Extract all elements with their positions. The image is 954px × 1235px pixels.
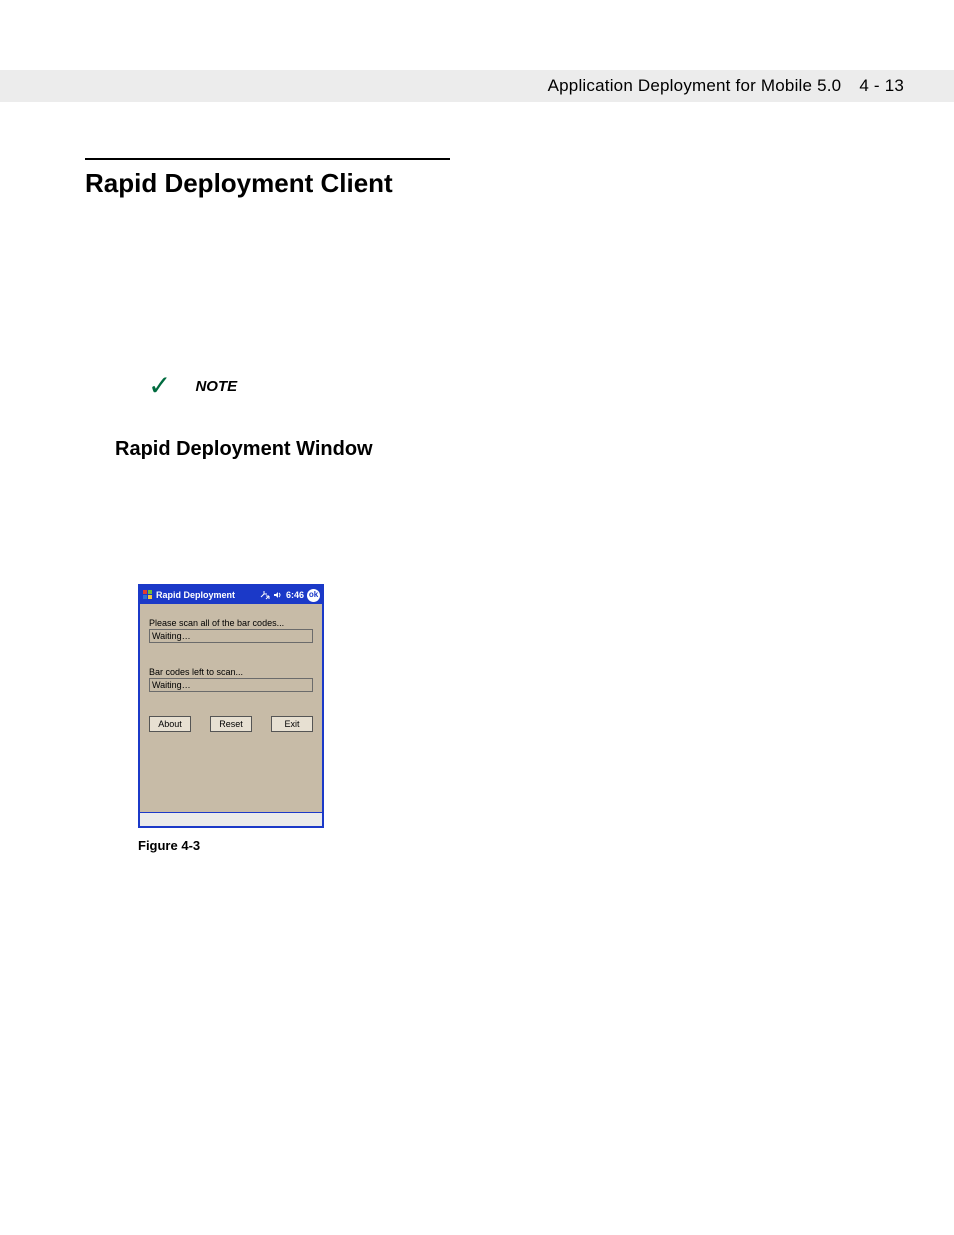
connectivity-icon (260, 590, 270, 600)
page-header: Application Deployment for Mobile 5.0 4 … (0, 70, 954, 102)
about-button[interactable]: About (149, 716, 191, 732)
scan-all-value: Waiting… (149, 629, 313, 643)
barcodes-left-value: Waiting… (149, 678, 313, 692)
status-icons: 6:46 ok (260, 589, 320, 602)
page: Application Deployment for Mobile 5.0 4 … (0, 0, 954, 1235)
reset-button[interactable]: Reset (210, 716, 252, 732)
windows-flag-icon (142, 589, 154, 601)
volume-icon (273, 590, 283, 600)
device-screenshot: Rapid Deployment 6:46 ok Please scan all… (138, 584, 324, 828)
device-titlebar: Rapid Deployment 6:46 ok (140, 586, 322, 604)
scan-all-label: Please scan all of the bar codes... (149, 618, 313, 628)
device-title: Rapid Deployment (156, 590, 235, 600)
section-heading: Rapid Deployment Client (85, 168, 393, 199)
checkmark-icon: ✓ (148, 372, 171, 400)
barcodes-left-label: Bar codes left to scan... (149, 667, 313, 677)
device-bottom-bar (140, 812, 322, 826)
exit-button[interactable]: Exit (271, 716, 313, 732)
device-clock: 6:46 (286, 590, 304, 600)
figure-caption: Figure 4-3 (138, 838, 200, 853)
note-block: ✓ NOTE (148, 372, 237, 400)
ok-button[interactable]: ok (307, 589, 320, 602)
page-number: 4 - 13 (859, 76, 904, 96)
header-title: Application Deployment for Mobile 5.0 (548, 76, 842, 96)
device-button-row: About Reset Exit (149, 716, 313, 732)
section-divider (85, 158, 450, 160)
subsection-heading: Rapid Deployment Window (115, 438, 373, 461)
note-label: NOTE (195, 378, 237, 395)
device-client-area: Please scan all of the bar codes... Wait… (140, 604, 322, 732)
